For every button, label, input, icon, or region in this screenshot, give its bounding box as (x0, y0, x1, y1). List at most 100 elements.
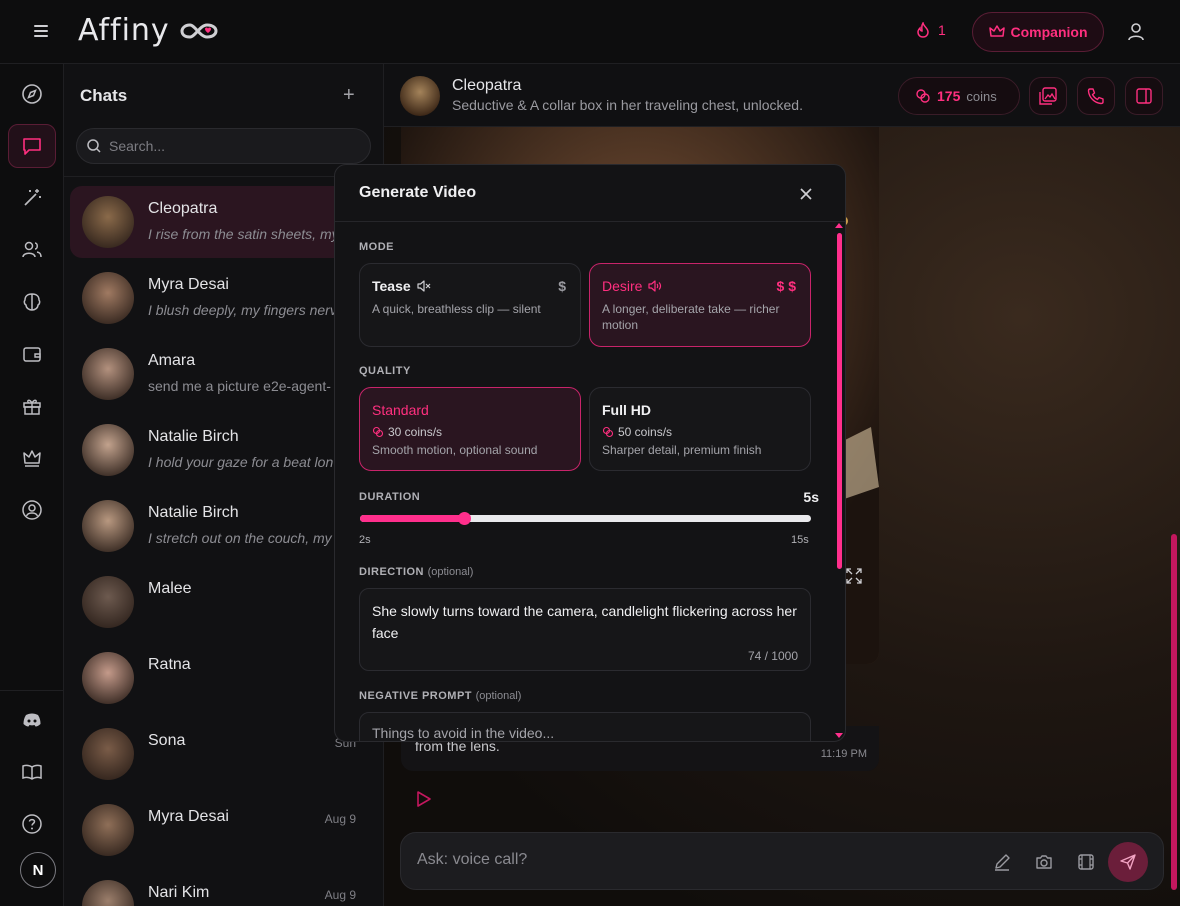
chat-list-item[interactable]: Malee (70, 566, 370, 638)
app-logo[interactable]: Affiny (78, 13, 170, 48)
duration-min: 2s (359, 534, 371, 546)
crown-icon (988, 25, 1005, 37)
close-icon[interactable] (795, 183, 817, 205)
direction-char-count: 74 / 1000 (747, 649, 798, 663)
send-icon (1120, 854, 1136, 870)
nav-brain[interactable] (8, 280, 56, 324)
chat-name: Malee (148, 580, 192, 597)
scrollbar[interactable] (1171, 534, 1177, 890)
chat-avatar (82, 728, 134, 780)
chat-list-item[interactable]: Amarasend me a picture e2e-agent-Ju (70, 338, 370, 410)
chat-list-item[interactable]: Nari Kim Aug 9 (70, 870, 370, 906)
negative-prompt-placeholder: Things to avoid in the video... (372, 725, 555, 741)
search-input[interactable]: Search... (76, 128, 371, 164)
nav-chats[interactable] (8, 124, 56, 168)
pencil-icon[interactable] (993, 853, 1011, 871)
expand-icon[interactable] (846, 568, 862, 584)
mode-description: A quick, breathless clip — silent (372, 302, 541, 316)
scroll-down-arrow[interactable] (835, 733, 843, 738)
nav-premium[interactable] (8, 436, 56, 480)
chat-name: Natalie Birch (148, 504, 239, 521)
companion-description: Seductive & A collar box in her travelin… (452, 97, 803, 113)
negative-prompt-input[interactable]: Things to avoid in the video... (359, 712, 811, 741)
generate-video-dialog: Generate Video MODE Tease $ A quick, bre… (334, 164, 846, 742)
direction-text: She slowly turns toward the camera, cand… (372, 603, 797, 641)
quality-label: QUALITY (359, 365, 411, 377)
chat-list-item[interactable]: Cleopatra I rise from the satin sheets, m… (70, 186, 370, 258)
message-composer[interactable]: Ask: voice call? (400, 832, 1164, 890)
call-button[interactable] (1077, 77, 1115, 115)
negative-label-text: NEGATIVE PROMPT (359, 690, 473, 702)
chat-preview: send me a picture e2e-agent- (148, 378, 331, 394)
volume-icon (648, 280, 662, 292)
dialog-title: Generate Video (359, 184, 477, 201)
companion-avatar[interactable] (400, 76, 440, 116)
dialog-scrollbar[interactable] (837, 233, 842, 569)
chat-list-item[interactable]: Myra Desai I blush deeply, my fingers ner… (70, 262, 370, 334)
chat-avatar (82, 196, 134, 248)
chat-preview: I stretch out on the couch, my (148, 530, 332, 546)
book-icon (22, 764, 42, 780)
quality-description: Smooth motion, optional sound (372, 443, 538, 457)
nav-explore[interactable] (8, 72, 56, 116)
chat-list-item[interactable]: Natalie Birch I hold your gaze for a beat… (70, 414, 370, 486)
slider-thumb[interactable] (458, 512, 471, 525)
companion-button[interactable]: Companion (972, 12, 1104, 52)
nav-profile[interactable] (8, 488, 56, 532)
scroll-up-arrow[interactable] (835, 223, 843, 228)
duration-slider[interactable] (360, 512, 811, 525)
brain-icon (23, 293, 41, 311)
user-circle-icon (22, 500, 42, 520)
user-icon[interactable] (1124, 20, 1148, 44)
chat-list-item[interactable]: Myra Desai Aug 9 (70, 794, 370, 866)
menu-icon[interactable] (34, 22, 54, 42)
top-bar: Affiny 1 Companion (0, 0, 1180, 64)
direction-label-text: DIRECTION (359, 566, 424, 578)
chat-list-item[interactable]: Sona Sun (70, 718, 370, 790)
chat-name: Natalie Birch (148, 428, 239, 445)
quality-standard-option[interactable]: Standard 30 coins/s Smooth motion, optio… (359, 387, 581, 471)
muted-icon (417, 280, 431, 292)
new-chat-button[interactable]: + (343, 84, 355, 107)
side-panel-button[interactable] (1125, 77, 1163, 115)
gallery-icon (1039, 87, 1057, 105)
coins-balance[interactable]: 175 coins (898, 77, 1020, 115)
nav-wallet[interactable] (8, 332, 56, 376)
quality-title: Standard (372, 402, 429, 418)
coins-icon (602, 426, 614, 438)
rail-divider (0, 690, 64, 691)
duration-value: 5s (803, 489, 819, 505)
nav-companions[interactable] (8, 228, 56, 272)
send-button[interactable] (1108, 842, 1148, 882)
dialog-header: Generate Video (335, 165, 845, 222)
video-icon[interactable] (1077, 853, 1095, 871)
nav-create[interactable] (8, 176, 56, 220)
message-input[interactable]: Ask: voice call? (417, 851, 527, 869)
chat-preview: I hold your gaze for a beat lon (148, 454, 334, 470)
compass-icon (22, 84, 42, 104)
nav-gifts[interactable] (8, 384, 56, 428)
quality-fullhd-option[interactable]: Full HD 50 coins/s Sharper detail, premi… (589, 387, 811, 471)
user-avatar[interactable]: N (20, 852, 56, 888)
wallet-icon (23, 347, 41, 362)
chat-name: Amara (148, 352, 196, 369)
chat-list-item[interactable]: Ratna (70, 642, 370, 714)
chat-list-item[interactable]: Natalie Birch I stretch out on the couch,… (70, 490, 370, 562)
camera-icon[interactable] (1035, 853, 1053, 871)
chat-name: Ratna (148, 656, 191, 673)
nav-guide[interactable] (8, 750, 56, 794)
mode-desire-option[interactable]: Desire $ $ A longer, deliberate take — r… (589, 263, 811, 347)
infinity-logo-icon (180, 23, 218, 39)
chat-date: Aug 9 (324, 888, 356, 902)
streak-indicator[interactable]: 1 (916, 22, 946, 38)
coins-icon (916, 89, 930, 103)
mode-tease-option[interactable]: Tease $ A quick, breathless clip — silen… (359, 263, 581, 347)
nav-discord[interactable] (8, 698, 56, 742)
direction-input[interactable]: She slowly turns toward the camera, cand… (359, 588, 811, 671)
gallery-button[interactable] (1029, 77, 1067, 115)
search-icon (87, 139, 101, 153)
nav-help[interactable] (8, 802, 56, 846)
companion-label: Companion (1010, 24, 1088, 40)
negative-prompt-label: NEGATIVE PROMPT (optional) (359, 690, 521, 702)
play-icon[interactable] (416, 790, 432, 808)
